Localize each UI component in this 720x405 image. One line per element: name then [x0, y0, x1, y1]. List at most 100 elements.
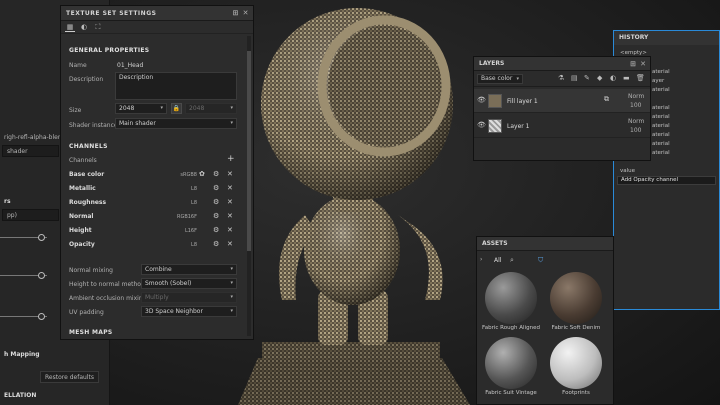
slider-knob-3[interactable]: [38, 313, 45, 320]
dock-icon[interactable]: ⊞: [233, 6, 239, 21]
channel-format[interactable]: RGB16F: [173, 214, 197, 220]
history-item[interactable]: aterial: [652, 123, 670, 129]
scrollbar-thumb[interactable]: [247, 51, 251, 251]
layer-opacity[interactable]: 100: [630, 102, 641, 109]
asset-item[interactable]: Footprints: [546, 337, 606, 401]
layer-row[interactable]: 👁 Layer 1 Norm 100: [474, 114, 650, 138]
shader-instance-value: Main shader: [119, 120, 156, 127]
description-field[interactable]: Description: [115, 72, 237, 100]
filter-funnel-icon[interactable]: ⛉: [538, 256, 543, 265]
fill-layer-properties-icon[interactable]: ⧉: [604, 95, 609, 104]
channel-format[interactable]: L16F: [173, 228, 197, 234]
settings-gear-icon[interactable]: ⚙: [213, 184, 219, 192]
history-item[interactable]: value: [620, 168, 635, 174]
chevron-down-icon: ▾: [230, 280, 233, 286]
uv-padding-dropdown[interactable]: 3D Space Neighbor ▾: [141, 306, 237, 317]
size-label: Size: [69, 107, 82, 114]
settings-gear-icon[interactable]: ⚙: [213, 198, 219, 206]
chevron-down-icon: ▾: [230, 266, 233, 272]
layer-name[interactable]: Fill layer 1: [507, 98, 538, 105]
tab-texture-set-icon[interactable]: ▦: [65, 23, 75, 32]
layers-toolbar: Base color ▾ ⚗ ▤ ✎ ◆ ◐ ▬ 🗑: [474, 71, 650, 87]
search-icon[interactable]: ⌕: [510, 256, 514, 265]
history-item[interactable]: aterial: [652, 141, 670, 147]
restore-defaults-button[interactable]: Restore defaults: [40, 371, 99, 383]
remove-channel-icon[interactable]: ✕: [227, 184, 233, 192]
history-item[interactable]: ayer: [652, 78, 664, 84]
remove-channel-icon[interactable]: ✕: [227, 212, 233, 220]
add-smart-material-icon[interactable]: ◐: [610, 74, 616, 82]
height-to-normal-dropdown[interactable]: Smooth (Sobel) ▾: [141, 278, 237, 289]
asset-preview: [550, 272, 602, 324]
history-item[interactable]: aterial: [652, 114, 670, 120]
layers-panel: LAYERS ⊞ ✕ Base color ▾ ⚗ ▤ ✎ ◆ ◐ ▬ 🗑 👁 …: [473, 56, 651, 161]
panel-tabs: ▦ ◐ ⛶: [61, 21, 253, 34]
lock-icon[interactable]: 🔒: [171, 103, 182, 114]
blend-mode[interactable]: Norm: [628, 118, 644, 125]
add-mask-icon[interactable]: ▤: [571, 74, 578, 82]
layer-opacity[interactable]: 100: [630, 127, 641, 134]
chevron-down-icon: ▾: [230, 120, 233, 126]
remove-channel-icon[interactable]: ✕: [227, 170, 233, 178]
history-item[interactable]: aterial: [652, 132, 670, 138]
history-item-selected[interactable]: Add Opacity channel: [617, 176, 716, 185]
scrollbar[interactable]: [247, 36, 251, 336]
history-item[interactable]: aterial: [652, 69, 670, 75]
add-channel-icon[interactable]: +: [227, 154, 235, 164]
assets-panel: ASSETS › All ⌕ ⛉ Fabric Rough Aligned Fa…: [476, 236, 614, 405]
height-to-normal-label: Height to normal method: [69, 281, 145, 288]
filter-all[interactable]: All: [494, 257, 501, 264]
close-icon[interactable]: ✕: [243, 6, 249, 21]
asset-preview: [550, 337, 602, 389]
tab-material-icon[interactable]: ◐: [79, 23, 89, 32]
chevron-right-icon[interactable]: ›: [480, 256, 482, 263]
name-label: Name: [69, 62, 87, 69]
layer-row[interactable]: 👁 Fill layer 1 ⧉ Norm 100: [474, 89, 650, 113]
remove-channel-icon[interactable]: ✕: [227, 226, 233, 234]
slider-knob-2[interactable]: [38, 272, 45, 279]
history-item[interactable]: aterial: [652, 105, 670, 111]
add-folder-icon[interactable]: ▬: [623, 74, 630, 82]
settings-gear-icon[interactable]: ⚙: [213, 212, 219, 220]
dock-icon[interactable]: ⊞: [630, 57, 636, 71]
history-item[interactable]: aterial: [652, 150, 670, 156]
normal-mixing-dropdown[interactable]: Combine ▾: [141, 264, 237, 275]
settings-gear-icon[interactable]: ⚙: [213, 240, 219, 248]
channel-select-dropdown[interactable]: Base color ▾: [477, 74, 523, 84]
shader-instance-label: Shader instance: [69, 122, 118, 129]
channel-format[interactable]: L8: [173, 186, 197, 192]
shader-instance-dropdown[interactable]: Main shader ▾: [115, 118, 237, 129]
history-item[interactable]: aterial: [652, 87, 670, 93]
layer-name[interactable]: Layer 1: [507, 123, 529, 130]
settings-gear-icon[interactable]: ⚙: [213, 226, 219, 234]
tessellation-section-label: ELLATION: [4, 392, 37, 399]
tab-uv-icon[interactable]: ⛶: [93, 23, 103, 32]
layer-thumbnail: [488, 119, 502, 133]
color-profile-icon[interactable]: ✿: [199, 170, 205, 178]
channel-name: Opacity: [69, 241, 95, 248]
remove-channel-icon[interactable]: ✕: [227, 240, 233, 248]
visibility-eye-icon[interactable]: 👁: [477, 121, 486, 129]
channels-label: Channels: [69, 157, 97, 164]
asset-preview: [485, 272, 537, 324]
close-icon[interactable]: ✕: [640, 57, 646, 71]
channel-select-value: Base color: [481, 75, 513, 82]
remove-channel-icon[interactable]: ✕: [227, 198, 233, 206]
parameter-dropdown[interactable]: pp): [2, 209, 59, 221]
asset-item[interactable]: Fabric Soft Denim: [546, 272, 606, 336]
asset-item[interactable]: Fabric Suit Vintage: [481, 337, 541, 401]
add-paint-layer-icon[interactable]: ✎: [584, 74, 590, 82]
slider-knob-1[interactable]: [38, 234, 45, 241]
delete-layer-icon[interactable]: 🗑: [636, 74, 645, 82]
add-fill-layer-icon[interactable]: ◆: [597, 74, 602, 82]
channel-format[interactable]: L8: [173, 242, 197, 248]
size-dropdown[interactable]: 2048 ▾: [115, 103, 167, 114]
channel-format[interactable]: sRGB8: [173, 172, 197, 178]
asset-item[interactable]: Fabric Rough Aligned: [481, 272, 541, 336]
channel-format[interactable]: L8: [173, 200, 197, 206]
add-effect-icon[interactable]: ⚗: [558, 74, 564, 82]
settings-gear-icon[interactable]: ⚙: [213, 170, 219, 178]
shader-dropdown[interactable]: shader: [2, 145, 59, 157]
visibility-eye-icon[interactable]: 👁: [477, 96, 486, 104]
blend-mode[interactable]: Norm: [628, 93, 644, 100]
